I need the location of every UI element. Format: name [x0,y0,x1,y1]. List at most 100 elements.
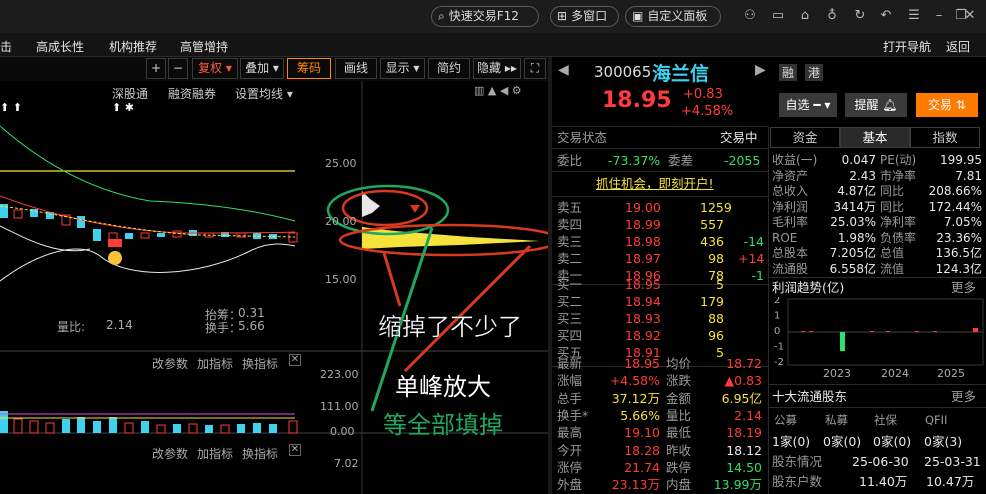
panel-icon: ▣ [632,9,644,23]
fin-value: 7.205亿 [829,246,876,260]
volume-ratio-value: 2.14 [106,318,133,332]
refresh-icon[interactable]: ↻ [852,8,868,24]
fin-label: 总收入 [772,184,809,198]
vol-axis-label: 111.00 [320,400,359,413]
stat-value: +4.58% [609,373,660,389]
next-stock-icon[interactable]: ▶ [755,62,766,78]
alert-button[interactable]: 提醒 🔔︎ [845,93,907,117]
quick-trade-button[interactable]: ⌕ 快速交易F12 [431,6,539,27]
stat-label: 最新 [557,356,583,371]
screen-icon[interactable]: ▭ [770,8,786,24]
holder-count-value: 10.47万 [926,474,975,489]
multi-window-button[interactable]: ⊞ 多窗口 [550,6,619,27]
chart-tools-icons[interactable]: ▥ ▲ ◀ ⚙ [474,84,522,97]
fin-value: 0.047 [841,153,876,167]
ma-settings-link[interactable]: 设置均线 ▾ [235,85,293,102]
profit-axis-label: -2 [774,357,784,368]
fin-label: 同比 [880,184,905,198]
sell-change [738,216,764,233]
menu-item[interactable]: 高管增持 [180,38,228,55]
home-icon[interactable]: ⌂ [797,8,813,24]
user-icon[interactable]: ⚇ [742,8,758,24]
buy-level-label: 买四 [557,328,583,343]
kline-chart[interactable]: ⬆ ⬆ ⬆ ✱ 深股通 融资融券 设置均线 ▾ ▥ ▲ ◀ ⚙ 25.00 20… [0,81,548,494]
fin-value: 6.558亿 [829,261,876,276]
profit-axis-label: -1 [774,342,784,353]
add-indicator-link[interactable]: 加指标 [197,445,233,462]
sell-volume: 436 [700,234,724,249]
switch-indicator-link[interactable]: 换指标 [242,355,278,372]
edit-params-link[interactable]: 改参数 [152,355,188,372]
turnover-value: 5.66 [238,319,265,333]
fin-label: 负债率 [880,230,917,245]
hk-connect-link[interactable]: 深股通 [112,85,148,102]
fin-label: 收益(一) [772,153,818,167]
chip-button[interactable]: 筹码 [287,58,331,79]
price-axis-label: 15.00 [325,273,357,286]
stat-label: 最低 [666,425,692,441]
simple-button[interactable]: 简约 [428,58,470,79]
buy-volume: 5 [716,277,724,292]
zoom-in-button[interactable]: + [146,58,166,79]
menu-item[interactable]: 高成长性 [36,38,84,55]
display-dropdown[interactable]: 显示 ▾ [380,58,425,79]
fin-value: 7.81 [955,168,982,183]
switch-indicator-link[interactable]: 换指标 [242,445,278,462]
stat-value: 18.72 [726,356,762,371]
menu-item[interactable]: 机构推荐 [109,38,157,55]
margin-link[interactable]: 融资融券 [168,85,216,102]
close-icon[interactable]: ✕ [289,444,301,456]
stat-label: 涨幅 [557,373,583,389]
close-icon[interactable]: ✕ [289,354,301,366]
back-icon[interactable]: ↶ [878,8,894,24]
buy-level-label: 买三 [557,311,583,326]
overlay-dropdown[interactable]: 叠加 ▾ [240,58,284,79]
close-icon[interactable]: ✕ [962,8,978,24]
fuquan-dropdown[interactable]: 复权 ▾ [192,58,238,79]
shirt-icon[interactable]: ♁ [824,8,840,24]
menu-item[interactable]: 击 [0,38,12,55]
watchlist-button[interactable]: 自选 ━ ▾ [779,93,837,117]
promo-banner[interactable]: 抓住机会，即刻开户! [596,175,714,192]
menu-icon[interactable]: ☰ [906,8,922,24]
profit-axis-label: 0 [774,326,780,337]
draw-line-button[interactable]: 画线 [335,58,377,79]
prev-stock-icon[interactable]: ◀ [558,62,569,78]
profit-axis-label: 1 [774,311,780,322]
fin-value: 2.43 [849,168,876,183]
hide-button[interactable]: 隐藏 ▸▸ [473,58,521,79]
tab-funds[interactable]: 资金 [770,127,840,148]
fin-label: 净利润 [772,199,809,214]
stat-label: 量比 [666,407,692,423]
holder-type: QFII [925,413,948,427]
search-icon: ⌕ [438,9,445,23]
weibi-label: 委比 [557,153,583,168]
fin-label: 净资产 [772,168,809,183]
back-link[interactable]: 返回 [946,38,970,55]
stat-value: 18.95 [624,356,660,371]
chart-toolbar: + − 复权 ▾ 叠加 ▾ 筹码 画线 显示 ▾ 简约 隐藏 ▸▸ ⛶ [0,57,548,81]
trade-button[interactable]: 交易 ⇅ [916,93,978,117]
stat-label: 外盘 [557,477,583,493]
tab-index[interactable]: 指数 [910,127,980,148]
open-nav-link[interactable]: 打开导航 [883,38,931,55]
arrow-icons: ⬆ ⬆ [0,101,22,114]
sell-volume: 98 [708,251,724,266]
annotation-text: 单峰放大 [395,373,491,401]
tab-basic[interactable]: 基本 [840,127,910,148]
buy-volume: 96 [708,328,724,343]
chip-distribution [362,191,540,249]
buy-price: 18.95 [625,277,661,292]
edit-params-link[interactable]: 改参数 [152,445,188,462]
year-label: 2023 [823,367,851,380]
add-indicator-link[interactable]: 加指标 [197,355,233,372]
fin-value: 23.36% [936,230,982,245]
stat-value: 2.14 [734,407,762,423]
minimize-icon[interactable]: – [931,8,947,24]
holders-more-link[interactable]: 更多 [951,388,976,405]
zoom-out-button[interactable]: − [168,58,188,79]
custom-panel-button[interactable]: ▣ 自定义面板 [625,6,721,27]
profit-more-link[interactable]: 更多 [951,279,976,296]
fullscreen-icon[interactable]: ⛶ [524,58,546,79]
stat-label: 跌停 [666,459,692,475]
